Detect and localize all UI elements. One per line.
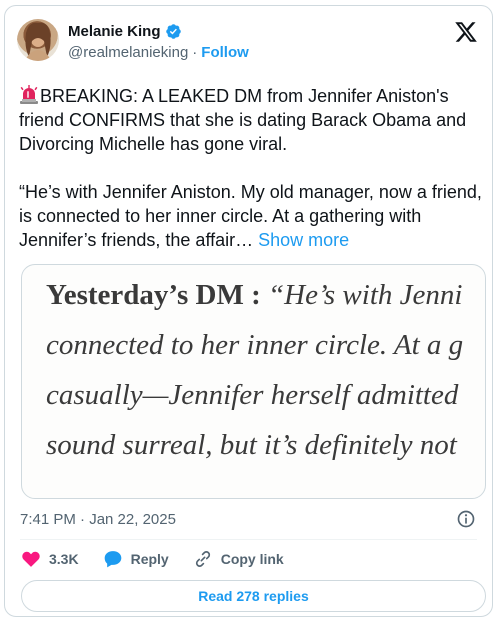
- link-icon: [195, 551, 210, 567]
- read-replies-button[interactable]: Read 278 replies: [21, 580, 486, 612]
- verified-badge-icon: [165, 24, 181, 39]
- media-text-line-3: casually—Jennifer herself admitted: [46, 379, 459, 411]
- tweet-timestamp[interactable]: 7:41 PM · Jan 22, 2025: [20, 511, 176, 528]
- author-handle-row: @realmelanieking · Follow: [68, 44, 249, 61]
- media-text-line-2: connected to her inner circle. At a g: [46, 329, 464, 361]
- media-label: Yesterday’s DM :: [46, 279, 261, 311]
- tweet-media-image[interactable]: Yesterday’s DM : “He’s with Jenni connec…: [21, 264, 486, 499]
- media-quote-start: “He’s with Jenni: [260, 279, 463, 311]
- divider: [20, 539, 477, 540]
- author-name[interactable]: Melanie King: [68, 23, 161, 40]
- action-bar: 3.3K Reply Copy link: [21, 547, 308, 571]
- tweet-text: BREAKING: A LEAKED DM from Jennifer Anis…: [19, 84, 489, 252]
- media-text-line-4: sound surreal, but it’s definitely not: [46, 429, 457, 461]
- like-count: 3.3K: [49, 551, 79, 567]
- tweet-text-paragraph-1: BREAKING: A LEAKED DM from Jennifer Anis…: [19, 86, 472, 154]
- copy-link-label: Copy link: [220, 551, 284, 567]
- follow-button[interactable]: Follow: [201, 44, 249, 61]
- avatar[interactable]: [17, 19, 59, 61]
- tweet-card: Melanie King @realmelanieking · Follow B…: [4, 5, 493, 617]
- reply-bubble-icon: [104, 551, 121, 568]
- tweet-text-paragraph-2: “He’s with Jennifer Aniston. My old mana…: [19, 182, 487, 250]
- show-more-link[interactable]: Show more: [258, 230, 349, 250]
- x-logo-icon[interactable]: [454, 20, 478, 44]
- siren-emoji-icon: [20, 85, 38, 104]
- like-button[interactable]: 3.3K: [21, 549, 79, 569]
- reply-button[interactable]: Reply: [103, 549, 169, 569]
- media-text-line-1: Yesterday’s DM : “He’s with Jenni: [46, 279, 462, 312]
- reply-label: Reply: [130, 551, 169, 567]
- info-icon[interactable]: [456, 509, 476, 529]
- separator-dot: ·: [192, 44, 198, 61]
- author-name-row: Melanie King: [68, 23, 182, 40]
- author-handle[interactable]: @realmelanieking: [68, 44, 188, 61]
- copy-link-button[interactable]: Copy link: [193, 549, 284, 569]
- heart-icon: [22, 551, 40, 567]
